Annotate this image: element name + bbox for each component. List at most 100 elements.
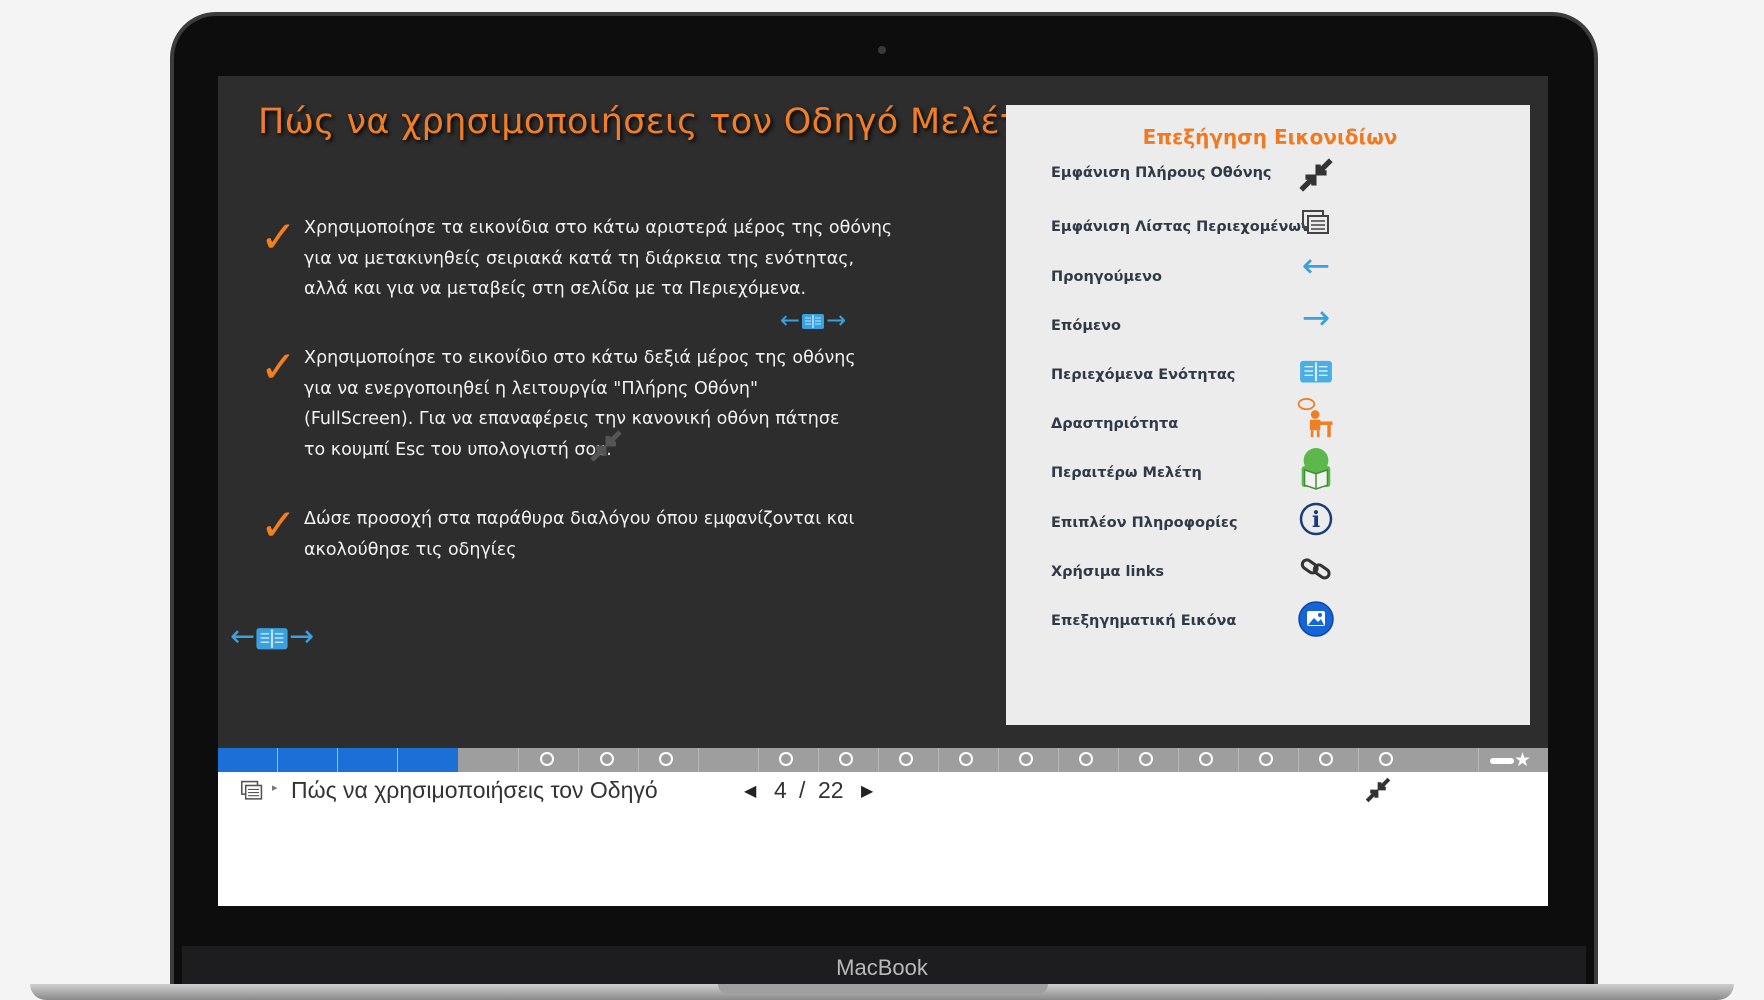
progress-separator (1298, 748, 1299, 772)
arrow-right-icon: → (1301, 298, 1331, 338)
page-separator: / (799, 777, 806, 803)
link-icon (1296, 549, 1336, 589)
slide-marker-dot[interactable] (1259, 752, 1273, 766)
book-icon (802, 314, 825, 329)
book-icon (1296, 351, 1336, 391)
instruction-line: για να μετακινηθείς σειριακά κατά τη διά… (304, 248, 855, 269)
instruction-line: αλλά και για να μεταβείς στη σελίδα με τ… (304, 279, 807, 299)
slide-marker-dot[interactable] (959, 752, 973, 766)
instruction-line: για να ενεργοποιηθεί η λειτουργία "Πλήρη… (304, 378, 759, 399)
slide-marker-dot[interactable] (899, 752, 913, 766)
legend-label: Χρήσιμα links (1051, 564, 1165, 580)
instruction-3: Δώσε προσοχή στα παράθυρα διαλόγου όπου … (304, 504, 854, 565)
slide-marker-dot[interactable] (540, 752, 554, 766)
arrow-left-icon: ← (780, 306, 801, 334)
slide-marker-dot[interactable] (600, 752, 614, 766)
contents-book-icon[interactable] (255, 625, 289, 651)
camera (878, 46, 886, 54)
slide-marker-dot[interactable] (1319, 752, 1333, 766)
slide-marker-dot[interactable] (1019, 752, 1033, 766)
progress-separator (397, 748, 398, 772)
slide-marker-dot[interactable] (839, 752, 853, 766)
svg-text:i: i (1312, 507, 1320, 533)
legend-label: Επιπλέον Πληροφορίες (1051, 515, 1238, 531)
legend-label: Περαιτέρω Μελέτη (1051, 465, 1202, 481)
arrow-left-icon: ← (1301, 246, 1331, 286)
progress-separator (998, 748, 999, 772)
info-icon: i (1296, 499, 1336, 539)
progress-separator (818, 748, 819, 772)
image-icon (1296, 599, 1336, 639)
contents-list-icon[interactable] (240, 780, 264, 802)
progress-separator (758, 748, 759, 772)
check-icon: ✓ (260, 342, 297, 393)
slide-marker-dot[interactable] (659, 752, 673, 766)
nav-icons-example: ← → (780, 308, 846, 332)
instruction-line: το κουμπί Esc του υπολογιστή σου. (304, 439, 612, 460)
fullscreen-icon[interactable] (1364, 776, 1392, 804)
icon-legend-panel: Επεξήγηση Εικονιδίων Εμφάνιση Πλήρους Οθ… (1006, 105, 1530, 725)
instruction-line: ακολούθησε τις οδηγίες (304, 539, 517, 560)
progress-separator (277, 748, 278, 772)
contents-list-icon (1296, 203, 1336, 243)
progress-separator (1238, 748, 1239, 772)
progress-separator (1058, 748, 1059, 772)
next-page-icon[interactable]: ▶ (861, 781, 873, 800)
progress-separator (1118, 748, 1119, 772)
check-icon: ✓ (260, 212, 297, 263)
page-total: 22 (818, 777, 844, 803)
slide-title: Πώς να χρησιμοποιήσεις τον Οδηγό Μελέτης (258, 102, 1065, 142)
progress-separator (337, 748, 338, 772)
progress-separator (1478, 748, 1479, 772)
progress-separator (878, 748, 879, 772)
legend-label: Περιεχόμενα Ενότητας (1051, 367, 1236, 383)
slide-marker-dot[interactable] (779, 752, 793, 766)
legend-label: Επεξηγηματική Εικόνα (1051, 613, 1237, 629)
end-marker (1490, 758, 1514, 764)
progress-separator (578, 748, 579, 772)
fullscreen-icon (590, 430, 622, 462)
slide-marker-dot[interactable] (1139, 752, 1153, 766)
slide-nav: ← → (230, 622, 314, 652)
progress-separator (638, 748, 639, 772)
breadcrumb-arrow-icon: ▸ (272, 781, 278, 794)
screen: Πώς να χρησιμοποιήσεις τον Οδηγό Μελέτης… (218, 76, 1548, 906)
player-toolbar: ▸ Πώς να χρησιμοποιήσεις τον Οδηγό ◀ 4 /… (218, 772, 1548, 906)
next-arrow-icon[interactable]: → (289, 619, 314, 654)
fullscreen-icon (1296, 155, 1336, 195)
prev-arrow-icon[interactable]: ← (230, 619, 255, 654)
laptop-brand: MacBook (836, 955, 928, 980)
slide: Πώς να χρησιμοποιήσεις τον Οδηγό Μελέτης… (218, 76, 1548, 748)
slide-marker-dot[interactable] (1199, 752, 1213, 766)
legend-label: Εμφάνιση Λίστας Περιεχομένων (1051, 219, 1311, 235)
legend-label: Εμφάνιση Πλήρους Οθόνης (1051, 165, 1272, 181)
slide-marker-dot[interactable] (1379, 752, 1393, 766)
progress-separator (1358, 748, 1359, 772)
further-study-icon (1296, 443, 1336, 493)
prev-page-icon[interactable]: ◀ (744, 781, 756, 800)
instruction-2: Χρησιμοποίησε το εικονίδιο στο κάτω δεξι… (304, 343, 856, 465)
legend-label: Επόμενο (1051, 318, 1121, 334)
page-current: 4 (774, 777, 787, 803)
instruction-line: Χρησιμοποίησε τα εικονίδια στο κάτω αρισ… (304, 218, 893, 238)
progress-separator (518, 748, 519, 772)
progress-separator (1178, 748, 1179, 772)
arrow-right-icon: → (826, 306, 847, 334)
check-icon: ✓ (260, 500, 297, 551)
progress-separator (698, 748, 699, 772)
instruction-line: (FullScreen). Για να επαναφέρεις την καν… (304, 409, 840, 429)
star-icon[interactable]: ★ (1514, 748, 1531, 772)
progress-separator (938, 748, 939, 772)
progress-fill (218, 748, 458, 772)
slide-marker-dot[interactable] (1079, 752, 1093, 766)
legend-title: Επεξήγηση Εικονιδίων (1142, 125, 1398, 149)
instruction-line: Χρησιμοποίησε το εικονίδιο στο κάτω δεξι… (304, 348, 856, 368)
toolbar-title: Πώς να χρησιμοποιήσεις τον Οδηγό (291, 777, 658, 803)
instruction-line: Δώσε προσοχή στα παράθυρα διαλόγου όπου … (304, 509, 855, 529)
legend-label: Προηγούμενο (1051, 269, 1163, 285)
activity-icon (1296, 393, 1336, 443)
legend-label: Δραστηριότητα (1051, 416, 1179, 432)
progress-bar[interactable]: ★ (218, 748, 1548, 772)
laptop-notch (718, 984, 1048, 994)
instruction-1: Χρησιμοποίησε τα εικονίδια στο κάτω αρισ… (304, 213, 892, 305)
